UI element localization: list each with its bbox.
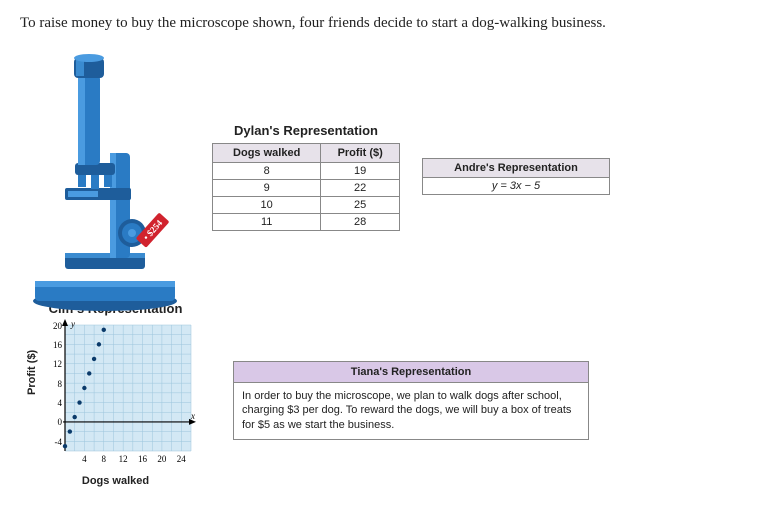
tiana-table: Tiana's Representation In order to buy t… (233, 361, 589, 441)
svg-text:16: 16 (53, 340, 63, 350)
svg-text:8: 8 (58, 379, 63, 389)
svg-text:4: 4 (82, 454, 87, 464)
andre-title: Andre's Representation (423, 158, 610, 177)
svg-text:16: 16 (138, 454, 148, 464)
table-row: 1128 (213, 213, 400, 230)
tiana-text: In order to buy the microscope, we plan … (234, 382, 589, 440)
svg-text:24: 24 (177, 454, 187, 464)
svg-text:-4: -4 (55, 437, 63, 447)
cliff-xlabel: Dogs walked (28, 475, 203, 487)
svg-text:20: 20 (53, 321, 63, 331)
andre-table: Andre's Representation y = 3x − 5 (422, 158, 610, 195)
svg-text:12: 12 (53, 359, 62, 369)
top-row: • $254 Dylan's Representation Dogs walke… (20, 53, 737, 313)
cliff-representation: Cliff's Representation y x -4 0 4 8 (28, 301, 203, 487)
andre-representation: Andre's Representation y = 3x − 5 (422, 158, 610, 195)
table-row: 1025 (213, 196, 400, 213)
svg-text:4: 4 (58, 398, 63, 408)
svg-text:y: y (70, 319, 75, 329)
svg-text:8: 8 (102, 454, 107, 464)
dylan-table: Dogs walked Profit ($) 819 922 1025 1128 (212, 143, 400, 231)
dylan-header-dogs: Dogs walked (213, 143, 321, 162)
intro-text: To raise money to buy the microscope sho… (20, 12, 737, 35)
microscope-icon (20, 53, 190, 313)
dylan-title: Dylan's Representation (212, 123, 400, 138)
table-row: 819 (213, 162, 400, 179)
svg-text:x: x (190, 411, 195, 421)
svg-text:20: 20 (157, 454, 167, 464)
svg-text:12: 12 (119, 454, 128, 464)
microscope-image: • $254 (20, 53, 190, 313)
cliff-ylabel: Profit ($) (26, 350, 38, 395)
andre-equation: y = 3x − 5 (423, 177, 610, 194)
tiana-representation: Tiana's Representation In order to buy t… (233, 361, 589, 441)
bottom-row: Cliff's Representation y x -4 0 4 8 (20, 301, 737, 487)
dylan-header-profit: Profit ($) (321, 143, 400, 162)
tiana-title: Tiana's Representation (234, 361, 589, 382)
svg-text:0: 0 (58, 417, 63, 427)
cliff-chart: y x -4 0 4 8 12 16 20 4 8 12 16 20 24 (33, 319, 198, 469)
dylan-representation: Dylan's Representation Dogs walked Profi… (212, 123, 400, 231)
table-row: 922 (213, 179, 400, 196)
